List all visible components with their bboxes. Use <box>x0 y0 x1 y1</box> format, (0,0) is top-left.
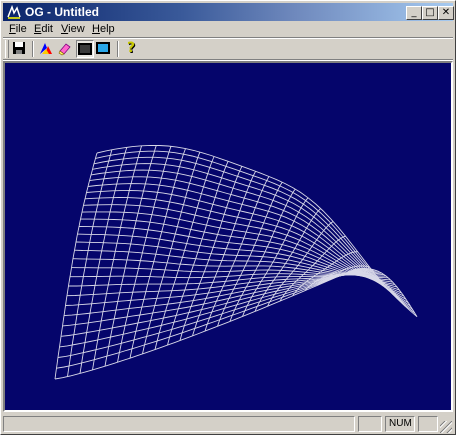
menu-help[interactable]: Help <box>92 23 115 35</box>
mesh-line <box>67 149 113 377</box>
minimize-icon: _ <box>411 7 417 18</box>
mesh-line <box>54 152 98 380</box>
light-monitor-icon <box>96 42 110 54</box>
mesh-line <box>86 190 402 294</box>
3d-viewport[interactable] <box>3 61 453 412</box>
window-title: OG - Untitled <box>25 5 99 19</box>
mesh-lines <box>54 144 418 380</box>
toolbar-separator <box>32 41 34 57</box>
close-button[interactable]: ✕ <box>438 6 454 20</box>
status-bar: NUM <box>3 414 453 434</box>
mesh-line <box>129 148 186 359</box>
app-icon[interactable] <box>6 4 22 20</box>
help-button[interactable]: ? <box>123 40 141 58</box>
mesh-line <box>89 176 407 300</box>
wireframe-surface[interactable] <box>5 63 451 410</box>
eraser-button[interactable] <box>57 40 75 58</box>
color-palette-icon <box>40 43 52 54</box>
toolbar-grip[interactable] <box>5 40 9 58</box>
status-message <box>3 416 355 432</box>
status-indicator-empty <box>418 416 438 432</box>
save-icon <box>13 42 25 54</box>
mesh-line <box>192 171 256 337</box>
num-lock-indicator: NUM <box>385 416 415 432</box>
title-bar[interactable]: OG - Untitled _ □ ✕ <box>3 3 454 21</box>
maximize-icon: □ <box>425 7 435 18</box>
dark-view-button[interactable] <box>76 40 94 58</box>
toolbar-separator <box>117 41 119 57</box>
menu-file[interactable]: File <box>9 23 27 35</box>
status-indicator <box>358 416 382 432</box>
application-window: OG - Untitled _ □ ✕ File Edit View Help <box>0 0 456 435</box>
save-button[interactable] <box>11 40 29 58</box>
color-button[interactable] <box>38 40 56 58</box>
mesh-line <box>66 269 373 297</box>
menu-bar: File Edit View Help <box>3 22 453 38</box>
minimize-button[interactable]: _ <box>406 6 422 20</box>
light-view-button[interactable] <box>95 40 113 58</box>
help-icon: ? <box>126 40 136 56</box>
maximize-button[interactable]: □ <box>422 6 438 20</box>
eraser-icon <box>58 43 71 56</box>
toolbar: ? <box>3 39 453 59</box>
mesh-line <box>96 144 418 318</box>
resize-grip[interactable] <box>440 421 452 433</box>
dark-monitor-icon <box>78 43 92 55</box>
close-icon: ✕ <box>441 7 451 18</box>
mesh-line <box>167 161 229 346</box>
menu-edit[interactable]: Edit <box>34 23 53 35</box>
mesh-line <box>104 145 157 367</box>
menu-view[interactable]: View <box>61 23 85 35</box>
